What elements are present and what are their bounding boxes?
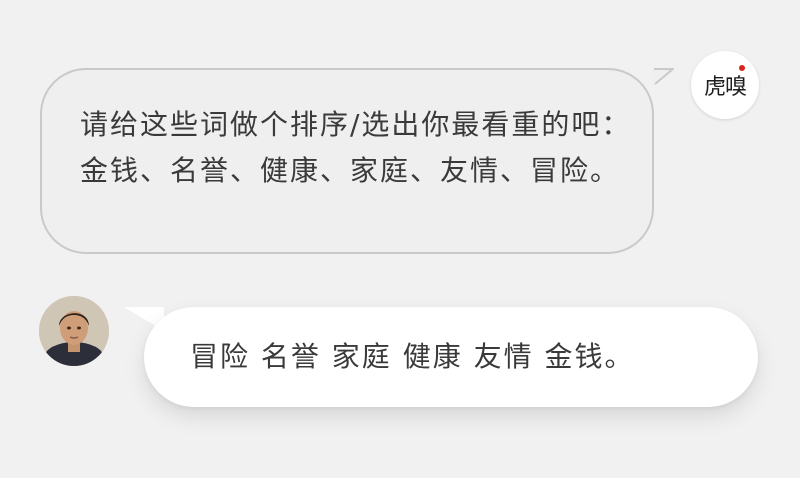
answer-text: 冒险 名誉 家庭 健康 友情 金钱。 — [190, 340, 635, 373]
question-bubble-tail — [652, 68, 674, 85]
question-text: 请给这些词做个排序/选出你最看重的吧：金钱、名誉、健康、家庭、友情、冒险。 — [80, 108, 632, 187]
brand-accent-dot — [739, 65, 745, 71]
user-avatar[interactable] — [39, 296, 109, 366]
brand-avatar[interactable]: 虎嗅 — [691, 51, 759, 119]
user-portrait-icon — [39, 296, 109, 366]
brand-logo-text: 虎嗅 — [703, 75, 747, 100]
